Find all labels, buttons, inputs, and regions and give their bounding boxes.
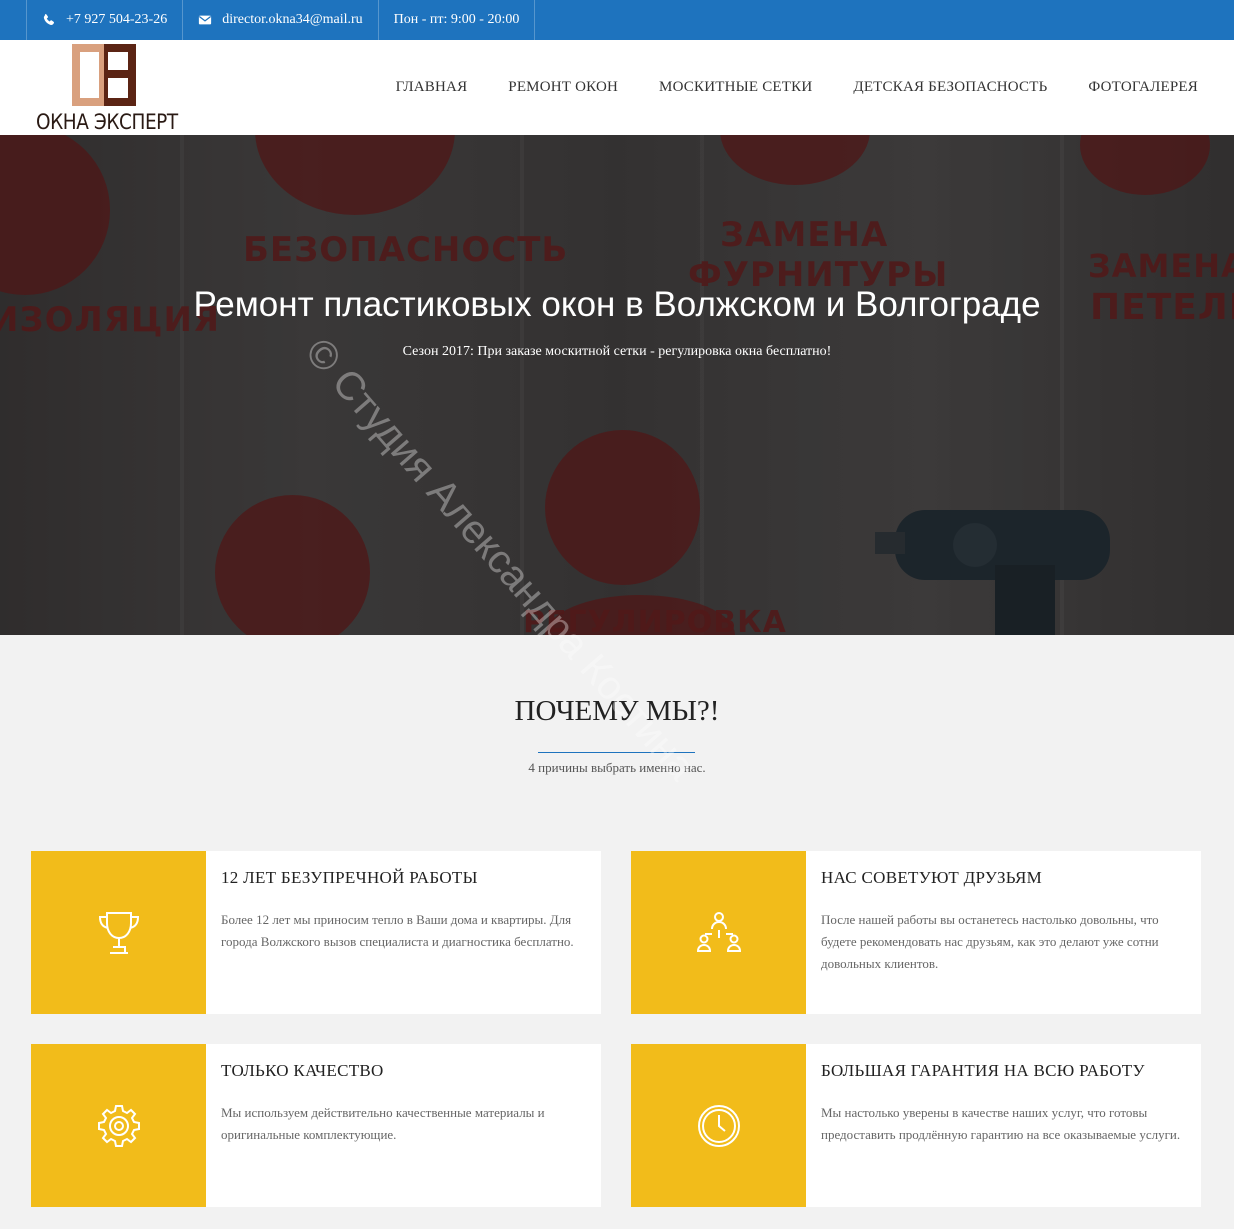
nav-item-window-repair[interactable]: РЕМОНТ ОКОН: [508, 79, 618, 96]
nav-item-mosquito-nets[interactable]: МОСКИТНЫЕ СЕТКИ: [659, 79, 812, 96]
feature-text: Мы настолько уверены в качестве наших ус…: [821, 1105, 1181, 1142]
site-header: ОКНА ЭКСПЕРТ ГЛАВНАЯ РЕМОНТ ОКОН МОСКИТН…: [0, 40, 1234, 135]
logo[interactable]: ОКНА ЭКСПЕРТ: [36, 42, 186, 134]
email-address: director.okna34@mail.ru: [222, 12, 363, 27]
feature-text: Более 12 лет мы приносим тепло в Ваши до…: [221, 912, 574, 949]
working-hours-text: Пон - пт: 9:00 - 20:00: [393, 12, 520, 27]
feature-title: 12 ЛЕТ БЕЗУПРЕЧНОЙ РАБОТЫ: [221, 868, 478, 887]
section-subtitle: 4 причины выбрать именно нас.: [528, 760, 706, 775]
feature-title: БОЛЬШАЯ ГАРАНТИЯ НА ВСЮ РАБОТУ: [821, 1061, 1145, 1080]
section-title: ПОЧЕМУ МЫ?!: [514, 695, 720, 727]
phone-contact[interactable]: +7 927 504-23-26: [26, 0, 184, 40]
feature-title: ТОЛЬКО КАЧЕСТВО: [221, 1061, 384, 1080]
phone-number: +7 927 504-23-26: [66, 12, 168, 27]
clock-icon: [697, 1104, 740, 1147]
section-divider: [538, 752, 695, 753]
feature-icon-box: [31, 851, 206, 1014]
working-hours: Пон - пт: 9:00 - 20:00: [379, 0, 536, 40]
envelope-icon: [199, 15, 212, 25]
nav-item-child-safety[interactable]: ДЕТСКАЯ БЕЗОПАСНОСТЬ: [853, 79, 1047, 96]
feature-text: После нашей работы вы останетесь настоль…: [821, 912, 1159, 971]
gear-icon: [97, 1104, 140, 1147]
feature-icon-box: [631, 1044, 806, 1207]
phone-icon: [43, 14, 55, 25]
trophy-icon: [98, 911, 139, 954]
feature-text: Мы используем действительно качественные…: [221, 1105, 545, 1142]
feature-card: 12 ЛЕТ БЕЗУПРЕЧНОЙ РАБОТЫ Более 12 лет м…: [31, 851, 601, 1014]
feature-icon-box: [631, 851, 806, 1014]
logo-mark-icon: [72, 44, 136, 106]
main-navigation: ГЛАВНАЯ РЕМОНТ ОКОН МОСКИТНЫЕ СЕТКИ ДЕТС…: [355, 40, 1198, 135]
feature-card: НАС СОВЕТУЮТ ДРУЗЬЯМ После нашей работы …: [631, 851, 1201, 1014]
hero-title: Ремонт пластиковых окон в Волжском и Вол…: [193, 285, 1041, 324]
hero-subtitle: Сезон 2017: При заказе москитной сетки -…: [402, 344, 832, 359]
nav-item-photo-gallery[interactable]: ФОТОГАЛЕРЕЯ: [1088, 79, 1198, 96]
hero-banner: БЕЗОПАСНОСТЬ ЗАМЕНА ФУРНИТУРЫ ЗАМЕНА ПЕТ…: [0, 135, 1234, 635]
feature-card: ТОЛЬКО КАЧЕСТВО Мы используем действител…: [31, 1044, 601, 1207]
email-contact[interactable]: director.okna34@mail.ru: [183, 0, 379, 40]
logo-text: ОКНА ЭКСПЕРТ: [36, 110, 178, 134]
feature-title: НАС СОВЕТУЮТ ДРУЗЬЯМ: [821, 868, 1043, 887]
feature-card: БОЛЬШАЯ ГАРАНТИЯ НА ВСЮ РАБОТУ Мы настол…: [631, 1044, 1201, 1207]
feature-icon-box: [31, 1044, 206, 1207]
network-people-icon: [696, 911, 741, 952]
nav-item-home[interactable]: ГЛАВНАЯ: [396, 79, 468, 96]
top-contact-bar: +7 927 504-23-26 director.okna34@mail.ru…: [0, 0, 1234, 40]
